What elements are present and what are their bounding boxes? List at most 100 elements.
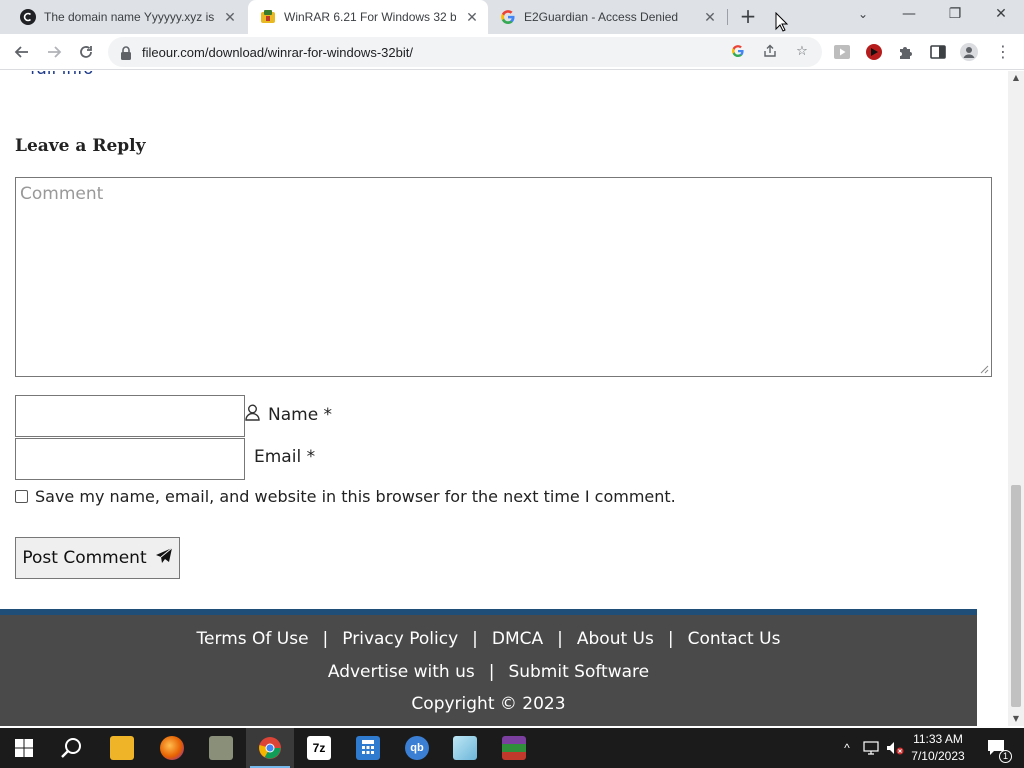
footer-link-contact[interactable]: Contact Us <box>688 629 781 649</box>
taskbar-chrome[interactable] <box>246 728 294 768</box>
windows-taskbar: 7z qb ^ 11:33 AM 7/10/2023 1 <box>0 728 1024 768</box>
notification-center-button[interactable]: 1 <box>982 728 1012 768</box>
cookie-consent-label: Save my name, email, and website in this… <box>35 487 676 506</box>
installer-icon <box>209 736 233 760</box>
taskbar-winrar[interactable] <box>490 728 538 768</box>
start-button[interactable] <box>0 728 48 768</box>
extension-red-icon[interactable] <box>865 43 883 61</box>
footer-link-advertise[interactable]: Advertise with us <box>328 662 475 682</box>
calculator-icon <box>356 736 380 760</box>
chrome-icon <box>259 737 281 759</box>
tab-strip: The domain name Yyyyyy.xyz is a ✕ WinRAR… <box>0 0 1024 34</box>
resize-handle-icon[interactable] <box>980 365 989 374</box>
taskbar-7zip[interactable]: 7z <box>295 728 343 768</box>
bookmark-star-icon[interactable]: ☆ <box>794 44 810 60</box>
taskbar-winrar-installer[interactable] <box>197 728 245 768</box>
footer-separator: | <box>667 629 674 649</box>
comment-placeholder: Comment <box>20 184 104 204</box>
taskbar-notepad[interactable] <box>441 728 489 768</box>
minimize-button[interactable]: — <box>886 0 932 30</box>
footer-link-dmca[interactable]: DMCA <box>492 629 543 649</box>
forward-button[interactable] <box>42 40 66 64</box>
footer-separator: | <box>472 629 478 649</box>
extension-video-icon[interactable] <box>833 43 851 61</box>
network-icon[interactable] <box>860 728 882 768</box>
footer-copyright: Copyright © 2023 <box>411 694 566 714</box>
firefox-icon <box>160 736 184 760</box>
tab-separator <box>727 9 728 25</box>
comment-textarea[interactable]: Comment <box>15 177 992 377</box>
search-icon <box>61 738 81 758</box>
footer-separator: | <box>488 662 495 682</box>
qbittorrent-icon: qb <box>405 736 429 760</box>
mouse-cursor-icon <box>775 12 789 32</box>
tab-winrar[interactable]: WinRAR 6.21 For Windows 32 bit ✕ <box>248 0 488 34</box>
extensions-puzzle-icon[interactable] <box>897 43 915 61</box>
notification-count: 1 <box>999 750 1012 763</box>
footer-links-row-1: Terms Of Use | Privacy Policy | DMCA | About U… <box>0 629 977 649</box>
paper-plane-icon <box>155 547 173 570</box>
browser-toolbar: fileour.com/download/winrar-for-windows-… <box>0 34 1024 70</box>
restore-button[interactable]: ❐ <box>932 0 978 30</box>
tab-title: WinRAR 6.21 For Windows 32 bit <box>284 10 456 24</box>
cookie-consent-row[interactable]: Save my name, email, and website in this… <box>15 487 676 506</box>
notepad-icon <box>453 736 477 760</box>
clock-time: 11:33 AM <box>913 732 963 746</box>
browser-menu-icon[interactable]: ⋮ <box>994 43 1012 61</box>
email-label: Email * <box>254 447 316 467</box>
address-bar[interactable]: fileour.com/download/winrar-for-windows-… <box>108 37 822 67</box>
cookie-consent-checkbox[interactable] <box>15 490 28 503</box>
taskbar-file-explorer[interactable] <box>98 728 146 768</box>
tab-close-icon[interactable]: ✕ <box>222 9 238 25</box>
name-label: Name * <box>268 405 333 425</box>
taskbar-qbittorrent[interactable]: qb <box>393 728 441 768</box>
tab-e2guardian[interactable]: E2Guardian - Access Denied ✕ <box>488 0 726 34</box>
tab-close-icon[interactable]: ✕ <box>702 9 718 25</box>
name-label-group: Name * <box>245 404 332 426</box>
name-input[interactable] <box>15 395 245 437</box>
folder-icon <box>110 736 134 760</box>
profile-avatar-icon[interactable] <box>960 43 978 61</box>
footer-link-terms[interactable]: Terms Of Use <box>197 629 309 649</box>
fileour-favicon-icon <box>260 9 276 25</box>
footer-link-about[interactable]: About Us <box>577 629 654 649</box>
volume-muted-icon[interactable] <box>884 728 906 768</box>
post-comment-button[interactable]: Post Comment <box>15 537 180 579</box>
site-favicon-icon <box>20 9 36 25</box>
email-input[interactable] <box>15 438 245 480</box>
tab-close-icon[interactable]: ✕ <box>464 9 480 25</box>
close-window-button[interactable]: ✕ <box>978 0 1024 30</box>
site-footer: Terms Of Use | Privacy Policy | DMCA | About U… <box>0 609 977 726</box>
email-label-group: Email * <box>254 447 315 467</box>
footer-links-row-2: Advertise with us | Submit Software <box>0 662 977 682</box>
side-panel-icon[interactable] <box>929 43 947 61</box>
full-info-link[interactable]: full info <box>30 71 94 79</box>
reply-heading: Leave a Reply <box>15 136 146 156</box>
scroll-down-arrow-icon[interactable]: ▼ <box>1008 712 1024 726</box>
winrar-icon <box>502 736 526 760</box>
tab-domain-name[interactable]: The domain name Yyyyyy.xyz is a ✕ <box>8 0 246 34</box>
user-icon <box>245 404 260 426</box>
url-text: fileour.com/download/winrar-for-windows-… <box>142 45 413 60</box>
google-favicon-icon <box>500 9 516 25</box>
back-button[interactable] <box>10 40 34 64</box>
tab-search-chevron-icon[interactable]: ⌄ <box>840 0 886 30</box>
tray-chevron-up-icon[interactable]: ^ <box>838 728 856 768</box>
reload-button[interactable] <box>74 40 98 64</box>
scroll-up-arrow-icon[interactable]: ▲ <box>1008 71 1024 85</box>
footer-link-privacy[interactable]: Privacy Policy <box>342 629 458 649</box>
scrollbar-thumb[interactable] <box>1011 485 1021 707</box>
taskbar-clock[interactable]: 11:33 AM 7/10/2023 <box>905 731 971 765</box>
taskbar-search-button[interactable] <box>48 728 96 768</box>
clock-date: 7/10/2023 <box>911 749 965 763</box>
tab-title: The domain name Yyyyyy.xyz is a <box>44 10 214 24</box>
lock-icon[interactable] <box>120 45 132 60</box>
taskbar-firefox[interactable] <box>148 728 196 768</box>
page-scrollbar[interactable]: ▲ ▼ <box>1008 71 1024 726</box>
share-icon[interactable] <box>762 44 778 60</box>
google-translate-icon[interactable] <box>730 44 746 60</box>
footer-link-submit-software[interactable]: Submit Software <box>508 662 649 682</box>
new-tab-button[interactable]: + <box>736 5 760 29</box>
taskbar-calculator[interactable] <box>344 728 392 768</box>
post-comment-label: Post Comment <box>22 548 147 568</box>
